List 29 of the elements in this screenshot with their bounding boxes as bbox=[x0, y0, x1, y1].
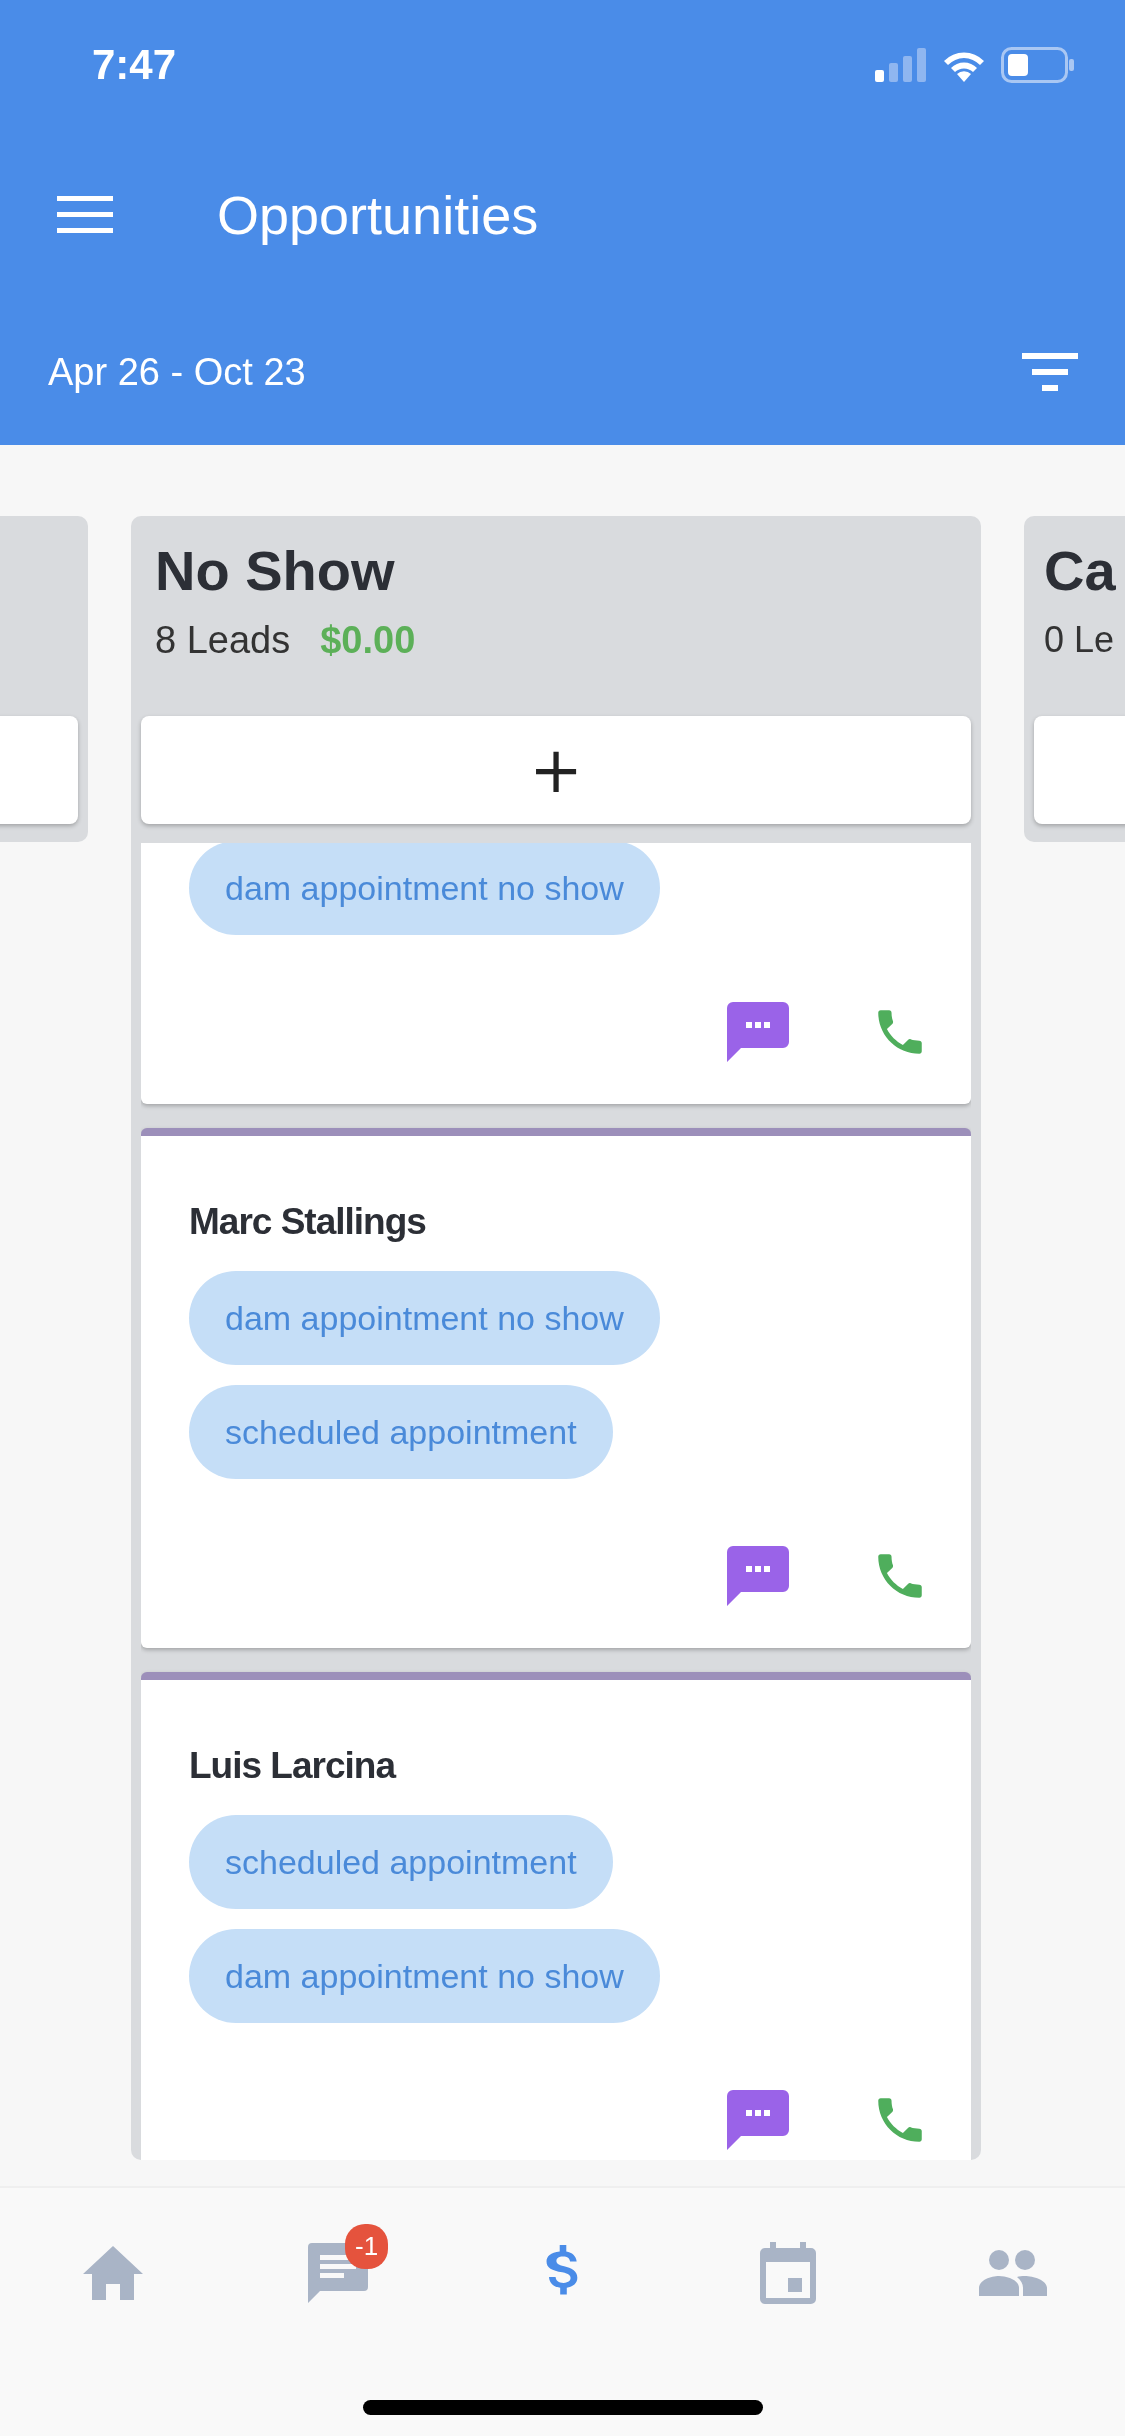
lead-count: 8 Leads bbox=[155, 619, 291, 662]
column-title: Ca bbox=[1044, 538, 1117, 603]
tag: dam appointment no show bbox=[189, 843, 660, 935]
filter-button[interactable] bbox=[1022, 352, 1078, 393]
page-title: Opportunities bbox=[217, 184, 539, 246]
battery-icon bbox=[1001, 47, 1075, 83]
chat-icon[interactable] bbox=[727, 1546, 789, 1606]
chat-icon[interactable] bbox=[727, 1002, 789, 1062]
signal-icon bbox=[875, 48, 927, 82]
status-time: 7:47 bbox=[92, 41, 177, 89]
tag: scheduled appointment bbox=[189, 1815, 613, 1909]
calendar-icon bbox=[759, 2242, 816, 2304]
tag: dam appointment no show bbox=[189, 1271, 660, 1365]
lead-card[interactable]: Marc Stallings dam appointment no show scheduled appointment bbox=[141, 1128, 971, 1648]
people-icon bbox=[978, 2250, 1047, 2296]
home-icon bbox=[82, 2246, 143, 2300]
tag: scheduled appointment bbox=[189, 1385, 613, 1479]
column-amount: $0.00 bbox=[320, 619, 416, 662]
lead-name: Marc Stallings bbox=[189, 1201, 427, 1243]
lead-name: Luis Larcina bbox=[189, 1745, 397, 1787]
column-title: No Show bbox=[155, 538, 396, 603]
lead-count: 0 Le bbox=[1044, 619, 1115, 661]
tag: dam appointment no show bbox=[189, 1929, 660, 2023]
chat-icon[interactable] bbox=[727, 2090, 789, 2150]
unread-badge: -1 bbox=[345, 2224, 389, 2269]
add-button[interactable]: + bbox=[141, 716, 971, 824]
messages-tab[interactable]: -1 bbox=[225, 2188, 450, 2358]
lead-card[interactable]: Luis Larcina scheduled appointment dam appointment no show bbox=[141, 1672, 971, 2160]
menu-button[interactable] bbox=[57, 196, 113, 234]
